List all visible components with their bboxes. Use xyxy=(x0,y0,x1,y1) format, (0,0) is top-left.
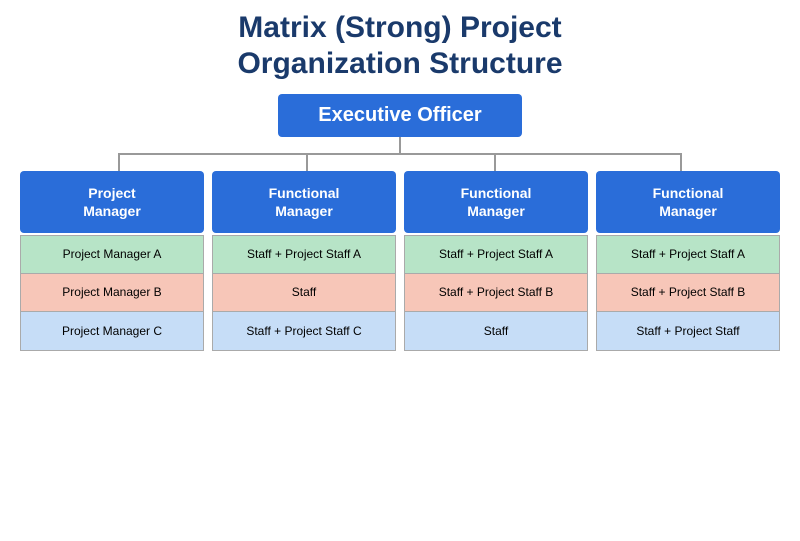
column-3: FunctionalManagerStaff + Project Staff A… xyxy=(596,171,780,351)
rows-container-0: Project Manager AProject Manager BProjec… xyxy=(20,235,204,351)
column-0: ProjectManagerProject Manager AProject M… xyxy=(20,171,204,351)
rows-container-3: Staff + Project Staff AStaff + Project S… xyxy=(596,235,780,351)
cell-3-0: Staff + Project Staff A xyxy=(597,236,779,274)
column-1: FunctionalManagerStaff + Project Staff A… xyxy=(212,171,396,351)
cell-2-0: Staff + Project Staff A xyxy=(405,236,587,274)
cell-1-2: Staff + Project Staff C xyxy=(213,312,395,350)
column-2: FunctionalManagerStaff + Project Staff A… xyxy=(404,171,588,351)
rows-container-2: Staff + Project Staff AStaff + Project S… xyxy=(404,235,588,351)
page: Matrix (Strong) ProjectOrganization Stru… xyxy=(0,0,800,541)
cell-0-2: Project Manager C xyxy=(21,312,203,350)
cell-2-1: Staff + Project Staff B xyxy=(405,274,587,312)
manager-box-0: ProjectManager xyxy=(20,171,204,233)
cell-3-1: Staff + Project Staff B xyxy=(597,274,779,312)
page-title: Matrix (Strong) ProjectOrganization Stru… xyxy=(237,10,562,82)
cell-0-1: Project Manager B xyxy=(21,274,203,312)
cell-3-2: Staff + Project Staff xyxy=(597,312,779,350)
cell-1-0: Staff + Project Staff A xyxy=(213,236,395,274)
columns-container: ProjectManagerProject Manager AProject M… xyxy=(20,171,780,351)
cell-2-2: Staff xyxy=(405,312,587,350)
manager-box-3: FunctionalManager xyxy=(596,171,780,233)
cell-0-0: Project Manager A xyxy=(21,236,203,274)
exec-officer-box: Executive Officer xyxy=(278,94,521,137)
cell-1-1: Staff xyxy=(213,274,395,312)
rows-container-1: Staff + Project Staff AStaffStaff + Proj… xyxy=(212,235,396,351)
manager-box-2: FunctionalManager xyxy=(404,171,588,233)
manager-box-1: FunctionalManager xyxy=(212,171,396,233)
